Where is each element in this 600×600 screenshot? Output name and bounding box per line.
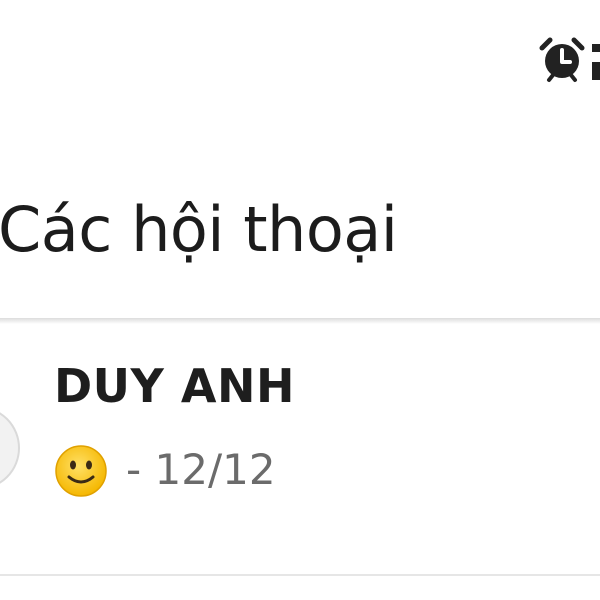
slightly-smiling-face-icon [55, 445, 107, 497]
contact-name: DUY ANH [54, 359, 295, 413]
avatar[interactable] [0, 406, 20, 490]
conversation-list: DUY ANH - 12/12 [0, 322, 600, 600]
app-header: Các hội thoại [0, 110, 600, 318]
conversation-item[interactable]: DUY ANH - 12/12 [0, 322, 600, 576]
preview-date: - 12/12 [126, 445, 276, 494]
status-indicator-icon [592, 44, 600, 80]
list-divider [0, 574, 600, 576]
messenger-screen: Các hội thoại DUY ANH - 12/12 [0, 0, 600, 600]
status-bar [0, 0, 600, 110]
alarm-clock-icon [539, 37, 585, 82]
page-title: Các hội thoại [0, 193, 398, 266]
